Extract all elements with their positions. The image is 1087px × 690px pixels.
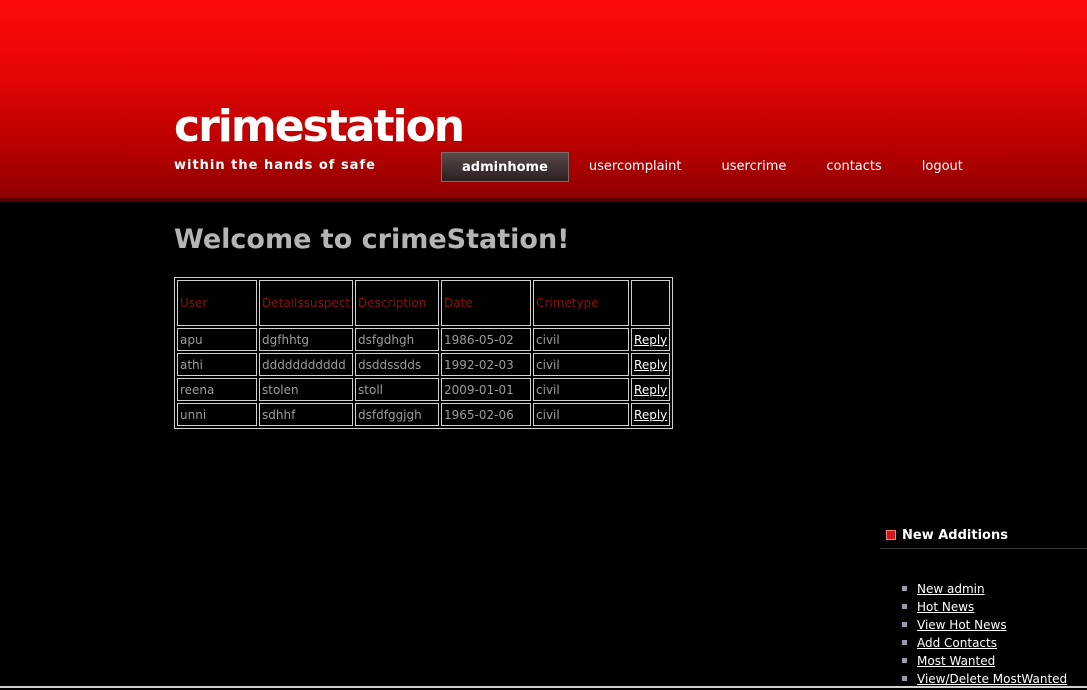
column-header-user: User	[177, 280, 257, 326]
cell-action: Reply	[631, 328, 671, 351]
table-row: apu dgfhhtg dsfgdhgh 1986-05-02 civil Re…	[177, 328, 671, 351]
header-divider	[0, 198, 1087, 202]
cell-date: 2009-01-01	[441, 378, 532, 401]
reply-link[interactable]: Reply	[634, 383, 667, 397]
column-header-suspect: Detailssuspect	[259, 280, 354, 326]
sidebar-link-add-contacts[interactable]: Add Contacts	[917, 636, 997, 650]
table-header-row: User Detailssuspect Description Date Cri…	[177, 280, 671, 326]
site-tagline: within the hands of safe	[174, 158, 376, 173]
reply-link[interactable]: Reply	[634, 408, 667, 422]
cell-crimetype: civil	[533, 403, 630, 426]
sidebar-link-hot-news[interactable]: Hot News	[917, 600, 974, 614]
cell-description: stoll	[355, 378, 440, 401]
table-row: athi ddddddddddd dsddssdds 1992-02-03 ci…	[177, 353, 671, 376]
cell-suspect: dgfhhtg	[259, 328, 354, 351]
cell-user: apu	[177, 328, 257, 351]
site-title: crimestation	[174, 101, 465, 152]
cell-description: dsfdfggjgh	[355, 403, 440, 426]
list-item: Hot News	[900, 598, 1067, 616]
sidebar-link-most-wanted[interactable]: Most Wanted	[917, 654, 995, 668]
cell-crimetype: civil	[533, 328, 630, 351]
welcome-heading: Welcome to crimeStation!	[174, 224, 570, 255]
cell-suspect: ddddddddddd	[259, 353, 354, 376]
list-item: New admin	[900, 580, 1067, 598]
nav-adminhome[interactable]: adminhome	[441, 152, 569, 182]
list-item: Add Contacts	[900, 634, 1067, 652]
cell-suspect: sdhhf	[259, 403, 354, 426]
table-row: unni sdhhf dsfdfggjgh 1965-02-06 civil R…	[177, 403, 671, 426]
table-row: reena stolen stoll 2009-01-01 civil Repl…	[177, 378, 671, 401]
reply-link[interactable]: Reply	[634, 358, 667, 372]
cell-date: 1992-02-03	[441, 353, 532, 376]
cell-date: 1965-02-06	[441, 403, 532, 426]
sidebar-link-view-delete-mostwanted[interactable]: View/Delete MostWanted	[917, 672, 1067, 686]
cell-description: dsfgdhgh	[355, 328, 440, 351]
square-bullet-icon	[902, 658, 907, 663]
complaints-table: User Detailssuspect Description Date Cri…	[174, 277, 674, 429]
cell-crimetype: civil	[533, 353, 630, 376]
nav-usercrime[interactable]: usercrime	[702, 152, 807, 182]
column-header-crimetype: Crimetype	[533, 280, 630, 326]
cell-suspect: stolen	[259, 378, 354, 401]
sidebar-heading-label: New Additions	[902, 528, 1008, 543]
sidebar-link-new-admin[interactable]: New admin	[917, 582, 985, 596]
nav-usercomplaint[interactable]: usercomplaint	[569, 152, 702, 182]
square-bullet-icon	[902, 640, 907, 645]
cell-action: Reply	[631, 403, 671, 426]
column-header-action	[631, 280, 671, 326]
red-square-bullet-icon	[886, 529, 896, 540]
cell-user: athi	[177, 353, 257, 376]
cell-date: 1986-05-02	[441, 328, 532, 351]
list-item: View Hot News	[900, 616, 1067, 634]
cell-crimetype: civil	[533, 378, 630, 401]
square-bullet-icon	[902, 622, 907, 627]
square-bullet-icon	[902, 586, 907, 591]
reply-link[interactable]: Reply	[634, 333, 667, 347]
sidebar-links: New admin Hot News View Hot News Add Con…	[900, 580, 1067, 688]
column-header-description: Description	[355, 280, 440, 326]
nav-logout[interactable]: logout	[902, 152, 983, 182]
square-bullet-icon	[902, 676, 907, 681]
sidebar-link-view-hot-news[interactable]: View Hot News	[917, 618, 1007, 632]
nav-contacts[interactable]: contacts	[806, 152, 901, 182]
bottom-border	[0, 686, 1087, 688]
cell-action: Reply	[631, 353, 671, 376]
main-nav: adminhome usercomplaint usercrime contac…	[441, 152, 983, 182]
square-bullet-icon	[902, 604, 907, 609]
column-header-date: Date	[441, 280, 532, 326]
cell-user: unni	[177, 403, 257, 426]
cell-description: dsddssdds	[355, 353, 440, 376]
cell-action: Reply	[631, 378, 671, 401]
list-item: Most Wanted	[900, 652, 1067, 670]
cell-user: reena	[177, 378, 257, 401]
sidebar-heading: New Additions	[880, 526, 1087, 549]
